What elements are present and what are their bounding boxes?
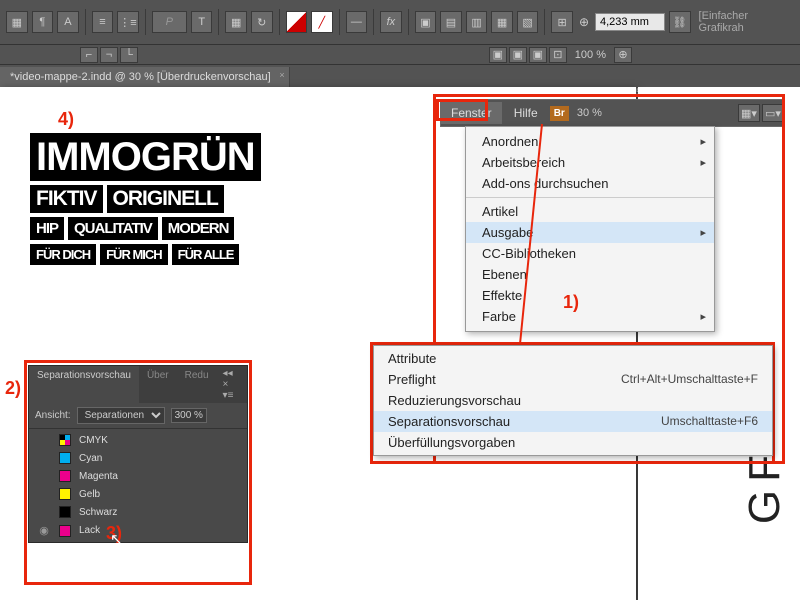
eye-icon[interactable]: ◉: [37, 524, 51, 537]
fit2-icon[interactable]: ▣: [509, 47, 527, 63]
file-icon[interactable]: ▦: [6, 11, 28, 33]
document-tab[interactable]: *video-mappe-2.indd @ 30 % [Überdruckenv…: [0, 67, 290, 87]
side-label: [Einfacher Grafikrah: [699, 10, 795, 34]
link-icon[interactable]: ⛓: [669, 11, 691, 33]
fenster-dropdown: Anordnen▸ Arbeitsbereich▸ Add-ons durchs…: [465, 126, 715, 332]
menu-hilfe[interactable]: Hilfe: [504, 102, 548, 124]
fit4-icon[interactable]: ⊡: [549, 47, 567, 63]
box-word: FÜR ALLE: [172, 244, 240, 265]
char-icon[interactable]: A: [57, 11, 79, 33]
corner1-icon[interactable]: ⌐: [80, 47, 98, 63]
ansicht-label: Ansicht:: [35, 410, 71, 421]
rotate-icon[interactable]: ↻: [251, 11, 273, 33]
bridge-icon[interactable]: Br: [550, 106, 569, 121]
separation-row[interactable]: Magenta: [29, 467, 247, 485]
mi-ausgabe[interactable]: Ausgabe▸: [466, 222, 714, 243]
separation-row[interactable]: Cyan: [29, 449, 247, 467]
tab-uber[interactable]: Über: [139, 366, 177, 403]
ink-name: Lack: [79, 525, 100, 536]
headline-main: IMMOGRÜN: [30, 133, 261, 181]
effects-icon[interactable]: fx: [380, 11, 402, 33]
paragraph-icon[interactable]: ¶: [32, 11, 54, 33]
none-icon[interactable]: ╱: [311, 11, 333, 33]
wrap-icon[interactable]: ▣: [415, 11, 437, 33]
top-toolbar: ▦ ¶ A ≡ ⋮≡ P T ▦ ↻ ╱ — fx ▣ ▤ ▥ ▦ ▧ ⊞ ⊕ …: [0, 0, 800, 45]
box-word: FÜR MICH: [100, 244, 168, 265]
box-word: QUALITATIV: [68, 217, 158, 240]
bullets-icon[interactable]: ⋮≡: [117, 11, 139, 33]
corner2-icon[interactable]: ¬: [100, 47, 118, 63]
separation-row[interactable]: Schwarz: [29, 503, 247, 521]
ink-name: Cyan: [79, 453, 102, 464]
fit3-icon[interactable]: ▣: [529, 47, 547, 63]
submenu-item[interactable]: Reduzierungsvorschau: [374, 390, 772, 411]
ink-name: Schwarz: [79, 507, 117, 518]
view-icon[interactable]: ▦▾: [738, 104, 760, 122]
box-word: ORIGINELL: [107, 185, 224, 213]
annotation-2: 2): [5, 378, 21, 399]
mi-anordnen[interactable]: Anordnen▸: [466, 131, 714, 152]
menu-fenster[interactable]: Fenster: [441, 102, 502, 124]
tab-title: *video-mappe-2.indd @ 30 % [Überdruckenv…: [10, 71, 271, 83]
tab-redu[interactable]: Redu: [177, 366, 217, 403]
pct-input[interactable]: 300 %: [171, 408, 207, 423]
separation-row[interactable]: ◉ Lack: [29, 521, 247, 540]
wrap5-icon[interactable]: ▧: [517, 11, 539, 33]
align-icon[interactable]: ≡: [92, 11, 114, 33]
mi-effekte[interactable]: Effekte: [466, 285, 714, 306]
separations-panel: Separationsvorschau Über Redu ◂◂ ×▾≡ Ans…: [28, 365, 248, 543]
annotation-3: 3): [106, 523, 122, 544]
measurement-input[interactable]: [595, 13, 665, 31]
page-icon[interactable]: P: [152, 11, 187, 33]
mi-farbe[interactable]: Farbe▸: [466, 306, 714, 327]
second-toolbar: ⌐ ¬ └ ▣ ▣ ▣ ⊡ 100 % ⊕: [0, 45, 800, 65]
screen-icon[interactable]: ▭▾: [762, 104, 784, 122]
panel-menu-icon[interactable]: ◂◂ ×▾≡: [217, 366, 247, 403]
box-word: FIKTIV: [30, 185, 103, 213]
box-word: HIP: [30, 217, 64, 240]
box-word: MODERN: [162, 217, 235, 240]
stroke-icon[interactable]: —: [346, 11, 368, 33]
wrap4-icon[interactable]: ▦: [491, 11, 513, 33]
right-page-text: GF: [740, 447, 790, 524]
text-icon[interactable]: T: [191, 11, 213, 33]
ink-name: Magenta: [79, 471, 118, 482]
submenu-item[interactable]: Überfüllungsvorgaben: [374, 432, 772, 453]
zoom-pct[interactable]: 100 %: [575, 49, 606, 61]
wrap3-icon[interactable]: ▥: [466, 11, 488, 33]
annotation-1: 1): [563, 292, 579, 313]
headline-block: IMMOGRÜN FIKTIVORIGINELL HIPQUALITATIVMO…: [28, 131, 263, 267]
mi-arbeitsbereich[interactable]: Arbeitsbereich▸: [466, 152, 714, 173]
submenu-item[interactable]: PreflightCtrl+Alt+Umschalttaste+F: [374, 369, 772, 390]
fitting-icon[interactable]: ⊞: [551, 11, 573, 33]
menu-zoom[interactable]: 30 %: [577, 107, 602, 119]
separation-row[interactable]: CMYK: [29, 431, 247, 449]
fill-stroke-icon[interactable]: [286, 11, 308, 33]
annotation-4: 4): [58, 109, 74, 130]
tab-separations[interactable]: Separationsvorschau: [29, 366, 139, 403]
submenu-item[interactable]: Attribute: [374, 348, 772, 369]
box-word: FÜR DICH: [30, 244, 96, 265]
mi-ccbib[interactable]: CC-Bibliotheken: [466, 243, 714, 264]
mi-ebenen[interactable]: Ebenen: [466, 264, 714, 285]
separation-row[interactable]: Gelb: [29, 485, 247, 503]
view-select[interactable]: Separationen: [77, 407, 165, 424]
wrap2-icon[interactable]: ▤: [440, 11, 462, 33]
ausgabe-submenu: AttributePreflightCtrl+Alt+Umschalttaste…: [373, 345, 773, 456]
fit1-icon[interactable]: ▣: [489, 47, 507, 63]
corner3-icon[interactable]: └: [120, 47, 138, 63]
document-tabbar: *video-mappe-2.indd @ 30 % [Überdruckenv…: [0, 65, 800, 89]
ink-name: Gelb: [79, 489, 100, 500]
mi-artikel[interactable]: Artikel: [466, 201, 714, 222]
menu-bar-overlay: Fenster Hilfe Br 30 % ▦▾ ▭▾ Anordnen▸ Ar…: [440, 99, 785, 127]
grid-icon[interactable]: ▦: [225, 11, 247, 33]
ink-name: CMYK: [79, 435, 108, 446]
snap-icon[interactable]: ⊕: [614, 47, 632, 63]
submenu-item[interactable]: SeparationsvorschauUmschalttaste+F6: [374, 411, 772, 432]
mi-addons[interactable]: Add-ons durchsuchen: [466, 173, 714, 198]
close-icon[interactable]: ×: [279, 70, 284, 80]
